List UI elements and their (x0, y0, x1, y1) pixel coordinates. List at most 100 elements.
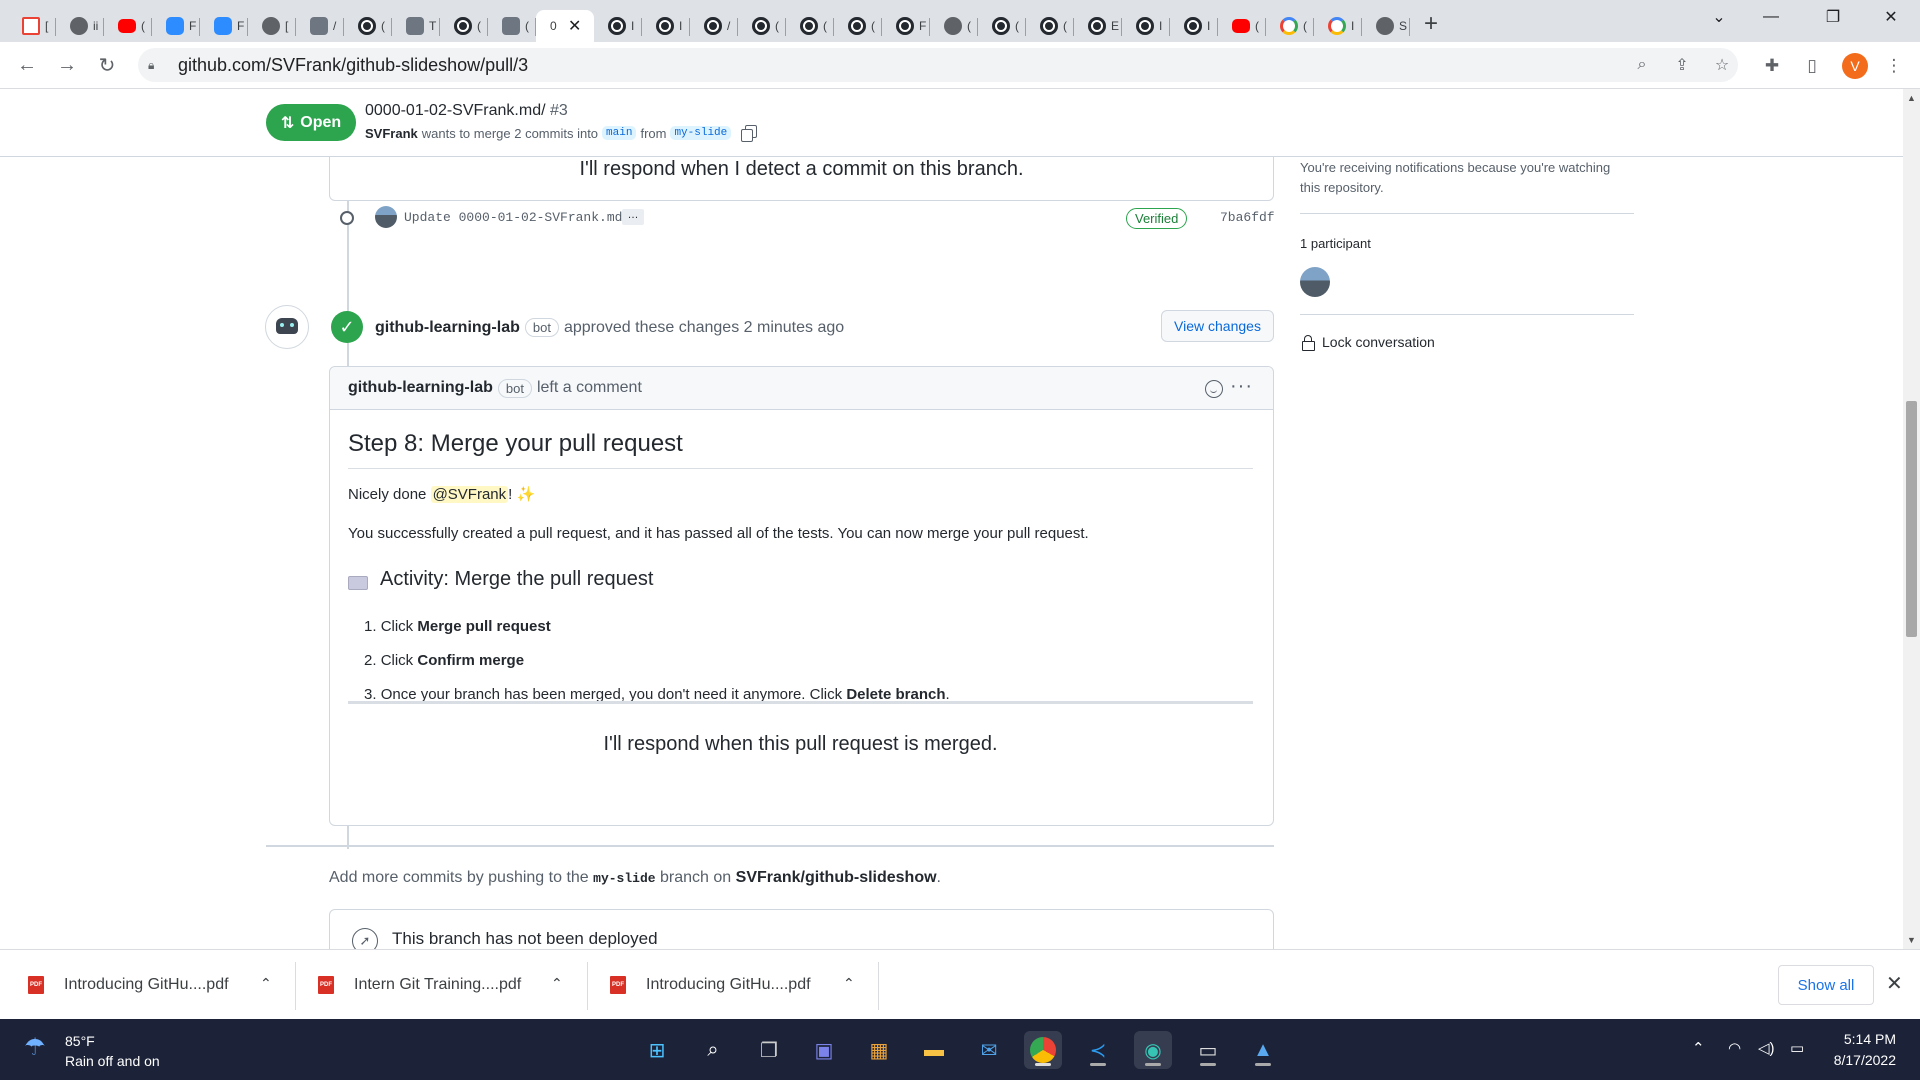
clock-time[interactable]: 5:14 PM (1820, 1031, 1896, 1047)
scrollbar-thumb[interactable] (1906, 401, 1917, 637)
scroll-down-icon[interactable]: ▼ (1907, 935, 1916, 945)
head-branch[interactable]: my-slide (670, 126, 732, 140)
commit-author-avatar[interactable] (375, 206, 397, 228)
minimize-button[interactable]: — (1748, 0, 1794, 34)
chevron-up-icon[interactable]: ⌃ (551, 975, 563, 992)
wifi-icon[interactable]: ◠ (1728, 1039, 1741, 1057)
browser-tab[interactable]: I (642, 10, 690, 42)
browser-tab[interactable]: F (152, 10, 200, 42)
search-icon[interactable]: ⌕ (694, 1031, 732, 1069)
tray-chevron-icon[interactable]: ⌃ (1692, 1039, 1705, 1057)
chrome-icon[interactable] (1024, 1031, 1062, 1069)
chevron-up-icon[interactable]: ⌃ (260, 975, 272, 992)
mail-icon[interactable]: ✉ (970, 1031, 1008, 1069)
photos-icon[interactable]: ▲ (1244, 1031, 1282, 1069)
browser-tab[interactable]: ( (930, 10, 978, 42)
profile-avatar[interactable]: V (1842, 53, 1868, 79)
tab-search-icon[interactable]: ⌄ (1696, 0, 1742, 34)
browser-tab[interactable]: T (392, 10, 440, 42)
terminal-icon[interactable]: ▭ (1189, 1031, 1227, 1069)
page-scrollbar[interactable]: ▲ ▼ (1903, 89, 1920, 949)
browser-tab[interactable]: ii (56, 10, 104, 42)
lock-conversation-button[interactable]: Lock conversation (1302, 334, 1435, 351)
clock-date[interactable]: 8/17/2022 (1820, 1052, 1896, 1068)
browser-tab[interactable]: ( (738, 10, 786, 42)
zoom-icon[interactable]: ⌕ (1630, 53, 1654, 77)
close-tab-icon[interactable]: ✕ (568, 16, 581, 36)
show-all-button[interactable]: Show all (1778, 965, 1874, 1005)
download-filename[interactable]: Introducing GitHu....pdf (64, 976, 229, 994)
vscode-icon[interactable]: ≺ (1079, 1031, 1117, 1069)
browser-tab[interactable]: 0 ✕ (536, 10, 594, 42)
side-panel-icon[interactable]: ▯ (1800, 54, 1824, 78)
browser-tab[interactable]: F (200, 10, 248, 42)
url-text[interactable]: github.com/SVFrank/github-slideshow/pull… (178, 55, 528, 76)
file-explorer-icon[interactable]: ▬ (915, 1031, 953, 1069)
chevron-up-icon[interactable]: ⌃ (843, 975, 855, 992)
store-icon[interactable]: ▦ (860, 1031, 898, 1069)
extensions-icon[interactable]: ✚ (1760, 54, 1784, 78)
browser-tab[interactable]: ( (344, 10, 392, 42)
download-filename[interactable]: Intern Git Training....pdf (354, 976, 521, 994)
download-item[interactable]: PDF Introducing GitHu....pdf (610, 950, 811, 1020)
reload-icon[interactable]: ↻ (92, 50, 122, 80)
browser-tab[interactable]: ( (1026, 10, 1074, 42)
lock-icon[interactable]: 🔒︎ (148, 58, 170, 73)
forward-icon[interactable]: → (52, 50, 82, 80)
review-author[interactable]: github-learning-lab (375, 319, 520, 337)
browser-tab[interactable]: I (1314, 10, 1362, 42)
bookmark-star-icon[interactable]: ☆ (1710, 53, 1734, 77)
view-changes-button[interactable]: View changes (1161, 310, 1274, 342)
base-branch[interactable]: main (602, 126, 637, 140)
browser-tab[interactable]: ( (488, 10, 536, 42)
browser-tab[interactable]: S (1362, 10, 1410, 42)
task-view-icon[interactable]: ❐ (750, 1031, 788, 1069)
edge-icon[interactable]: ◉ (1134, 1031, 1172, 1069)
browser-tab[interactable]: I (1122, 10, 1170, 42)
weather-rain-icon[interactable]: ☂ (24, 1033, 54, 1063)
add-reaction-icon[interactable] (1205, 380, 1223, 398)
browser-tab[interactable]: ( (786, 10, 834, 42)
comment-options-icon[interactable]: ··· (1230, 375, 1253, 398)
verified-badge[interactable]: Verified (1126, 208, 1188, 229)
start-icon[interactable]: ⊞ (638, 1031, 676, 1069)
browser-tab[interactable]: ( (1218, 10, 1266, 42)
weather-description[interactable]: Rain off and on (65, 1053, 160, 1069)
volume-icon[interactable]: ◁) (1758, 1039, 1775, 1057)
battery-icon[interactable]: ▭ (1790, 1039, 1804, 1057)
commit-sha[interactable]: 7ba6fdf (1220, 210, 1275, 225)
user-mention[interactable]: @SVFrank (430, 486, 509, 503)
share-icon[interactable]: ⇪ (1670, 53, 1694, 77)
participant-avatar[interactable] (1300, 267, 1330, 297)
browser-tab[interactable]: ( (834, 10, 882, 42)
address-bar[interactable]: 🔒︎ github.com/SVFrank/github-slideshow/p… (138, 48, 1738, 82)
browser-tab[interactable]: / (296, 10, 344, 42)
close-downloads-icon[interactable]: ✕ (1886, 971, 1903, 996)
download-item[interactable]: PDF Introducing GitHu....pdf (28, 950, 229, 1020)
browser-tab[interactable]: / (690, 10, 738, 42)
pr-author[interactable]: SVFrank (365, 126, 418, 141)
commit-expand-button[interactable]: … (622, 209, 644, 225)
bot-avatar[interactable] (265, 305, 309, 349)
browser-tab[interactable]: F (882, 10, 930, 42)
new-tab-button[interactable]: + (1424, 10, 1438, 38)
copy-icon[interactable] (741, 125, 758, 142)
comment-author[interactable]: github-learning-lab (348, 379, 493, 397)
commit-message[interactable]: Update 0000-01-02-SVFrank.md (404, 210, 622, 225)
back-icon[interactable]: ← (12, 50, 42, 80)
browser-tab[interactable]: ( (104, 10, 152, 42)
browser-tab[interactable]: E (1074, 10, 1122, 42)
close-window-button[interactable]: ✕ (1868, 0, 1914, 34)
teams-chat-icon[interactable]: ▣ (805, 1031, 843, 1069)
repo-link[interactable]: SVFrank/github-slideshow (736, 869, 937, 886)
browser-tab[interactable]: [ (8, 10, 56, 42)
browser-tab[interactable]: ( (978, 10, 1026, 42)
download-item[interactable]: PDF Intern Git Training....pdf (318, 950, 521, 1020)
restore-button[interactable]: ❐ (1810, 0, 1856, 34)
browser-tab[interactable]: ( (440, 10, 488, 42)
scroll-up-icon[interactable]: ▲ (1907, 93, 1916, 103)
browser-tab[interactable]: ( (1266, 10, 1314, 42)
browser-tab[interactable]: I (594, 10, 642, 42)
browser-tab[interactable]: I (1170, 10, 1218, 42)
menu-kebab-icon[interactable]: ⋮ (1882, 54, 1906, 78)
